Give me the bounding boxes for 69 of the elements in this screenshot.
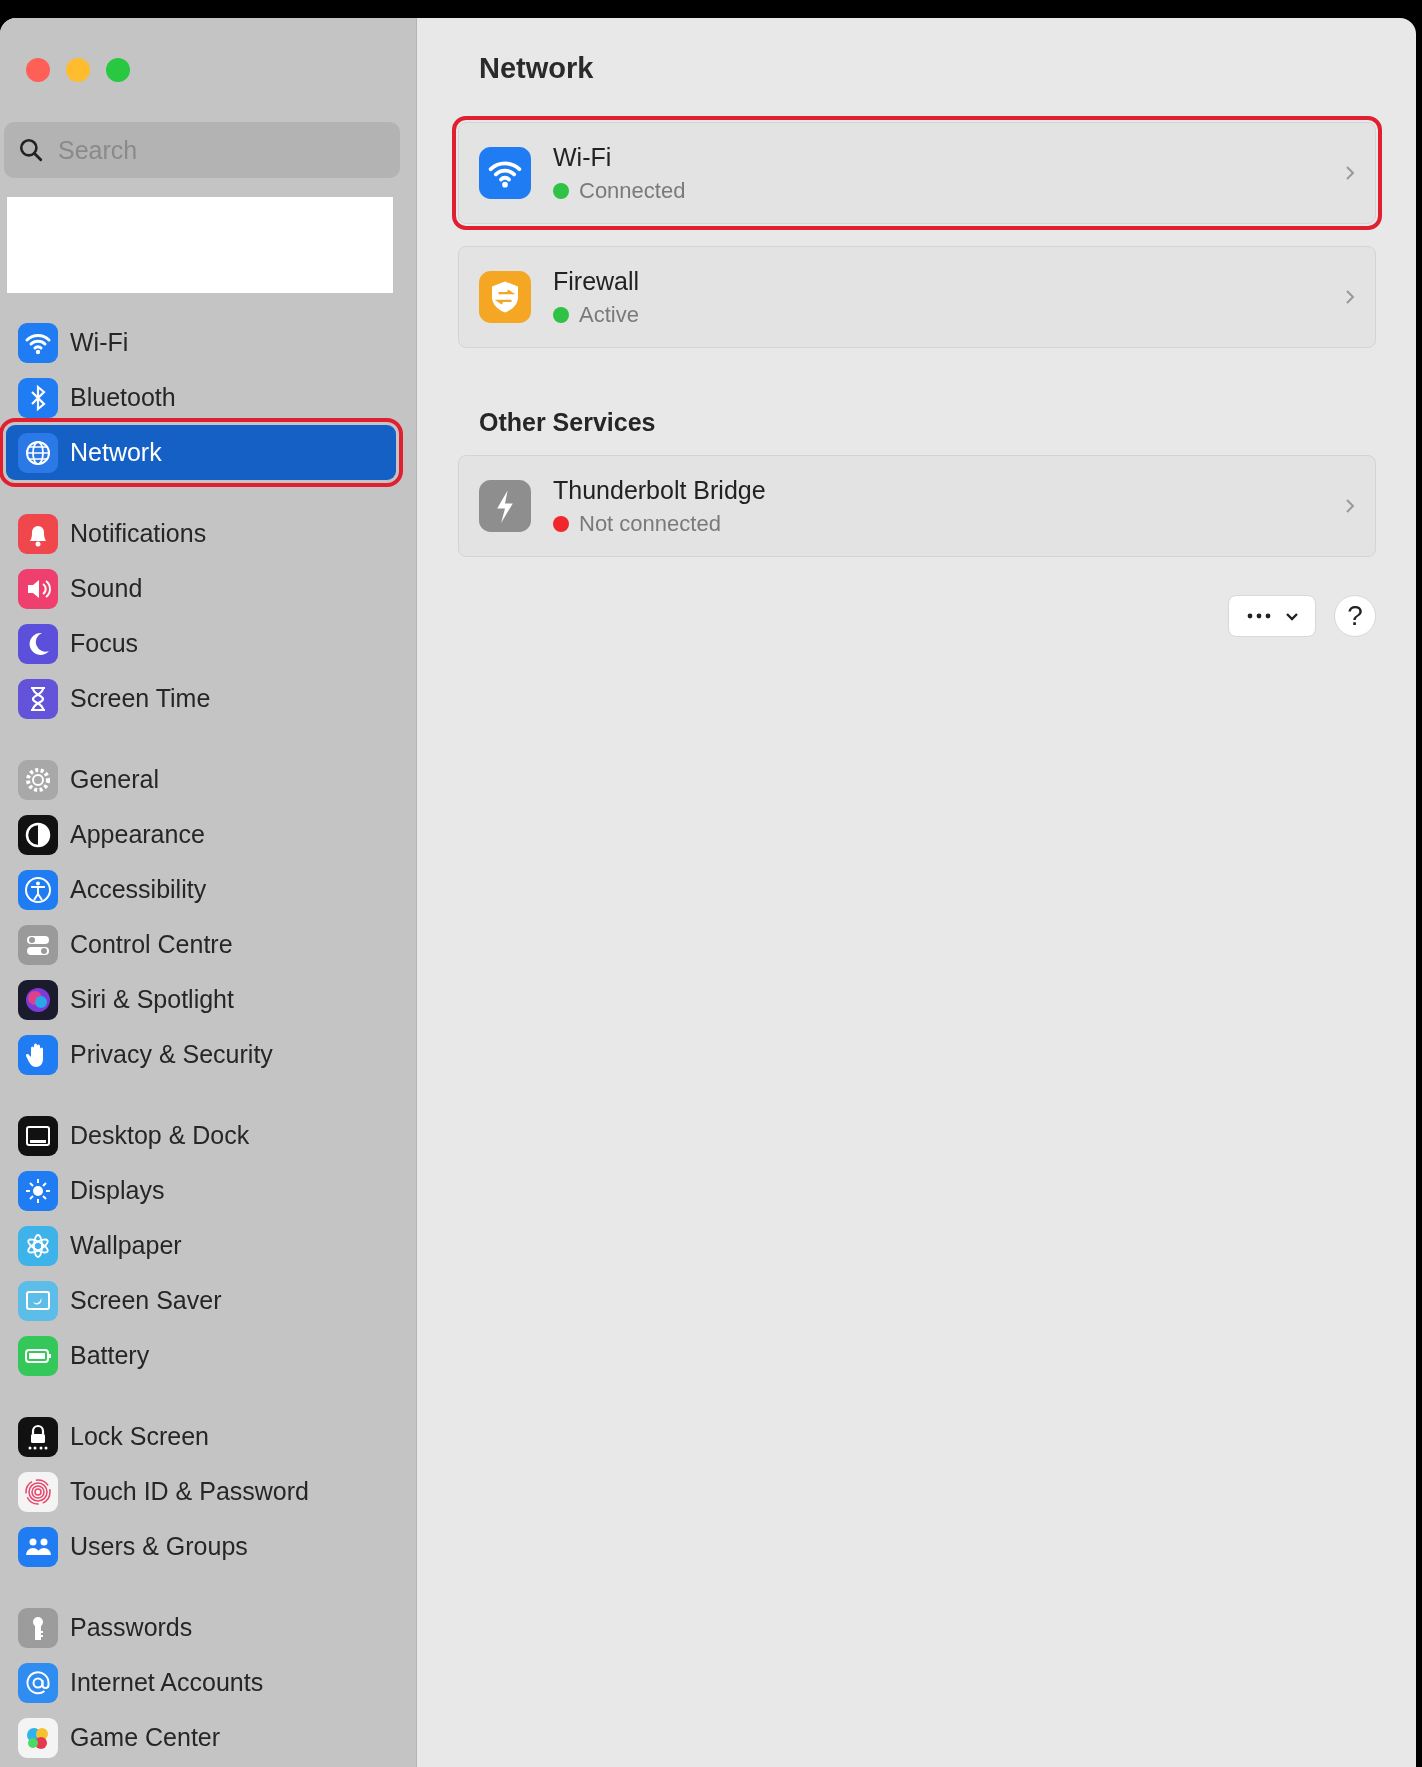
sidebar-item[interactable]: Control Centre (6, 917, 396, 972)
sidebar-item[interactable]: Lock Screen (6, 1409, 396, 1464)
wifi-icon (18, 322, 58, 363)
service-name: Wi-Fi (553, 142, 613, 172)
service-name: Thunderbolt Bridge (553, 475, 767, 505)
service-name: Firewall (553, 266, 641, 296)
sidebar-item[interactable]: Screen Time (6, 671, 396, 726)
gear-icon (18, 759, 58, 800)
speaker-icon (18, 568, 58, 609)
chevron-icon (1345, 498, 1355, 514)
sidebar-item[interactable]: Sound (6, 561, 396, 616)
chevron-icon (1345, 289, 1355, 305)
service-row[interactable]: Firewall Active (458, 246, 1376, 348)
toggles-icon (18, 924, 58, 965)
sidebar-item[interactable]: Privacy & Security (6, 1027, 396, 1082)
sidebar-item[interactable]: Battery (6, 1328, 396, 1383)
sidebar-item[interactable]: Accessibility (6, 862, 396, 917)
sidebar-item[interactable]: Game Center (6, 1710, 396, 1765)
padlock-icon (18, 1416, 58, 1457)
sidebar-item[interactable]: Focus (6, 616, 396, 671)
shield-icon (479, 271, 531, 323)
person-icon (18, 869, 58, 910)
hand-icon (18, 1034, 58, 1075)
battery-icon (18, 1335, 58, 1376)
service-status: Connected (579, 177, 686, 204)
flower-icon (18, 1225, 58, 1266)
sidebar-item[interactable]: Bluetooth (6, 370, 396, 425)
sidebar-item[interactable]: Wallpaper (6, 1218, 396, 1273)
fingerprint-icon (18, 1471, 58, 1512)
chevron-icon (1345, 165, 1355, 181)
sidebar-item[interactable]: Notifications (6, 506, 396, 561)
globe-icon (18, 432, 58, 473)
page-title: Network (479, 51, 595, 86)
lightning-icon (479, 480, 531, 532)
wifi-icon (479, 147, 531, 199)
dock-icon (18, 1115, 58, 1156)
minimize-button[interactable] (66, 58, 90, 82)
zoom-button[interactable] (106, 58, 130, 82)
orb-icon (18, 979, 58, 1020)
service-status: Active (579, 301, 639, 328)
sidebar-item[interactable]: Users & Groups (6, 1519, 396, 1574)
sidebar-item[interactable]: Passwords (6, 1600, 396, 1655)
people-icon (18, 1526, 58, 1567)
sidebar-item[interactable]: Screen Saver (6, 1273, 396, 1328)
hourglass-icon (18, 678, 58, 719)
close-button[interactable] (26, 58, 50, 82)
key-icon (18, 1607, 58, 1648)
at-sign-icon (18, 1662, 58, 1703)
help-button[interactable]: ? (1334, 595, 1376, 637)
screen-icon (18, 1280, 58, 1321)
bubbles-icon (18, 1717, 58, 1758)
chevron-down-icon (1285, 611, 1299, 621)
sidebar-item[interactable]: Appearance (6, 807, 396, 862)
ellipsis-icon (1247, 613, 1271, 619)
service-status: Not connected (579, 510, 721, 537)
service-row[interactable]: Thunderbolt Bridge Not connected (458, 455, 1376, 557)
moon-icon (18, 623, 58, 664)
more-menu-button[interactable] (1228, 595, 1316, 637)
sidebar-item[interactable]: Touch ID & Password (6, 1464, 396, 1519)
bell-icon (18, 513, 58, 554)
section-heading: Other Services (479, 408, 657, 437)
sidebar-item[interactable]: Siri & Spotlight (6, 972, 396, 1027)
sidebar-item[interactable]: Displays (6, 1163, 396, 1218)
bluetooth-icon (18, 377, 58, 418)
sidebar-item[interactable]: Wi-Fi (6, 315, 396, 370)
sidebar-item[interactable]: Internet Accounts (6, 1655, 396, 1710)
sun-icon (18, 1170, 58, 1211)
sidebar-item[interactable]: General (6, 752, 396, 807)
sidebar-item[interactable]: Desktop & Dock (6, 1108, 396, 1163)
